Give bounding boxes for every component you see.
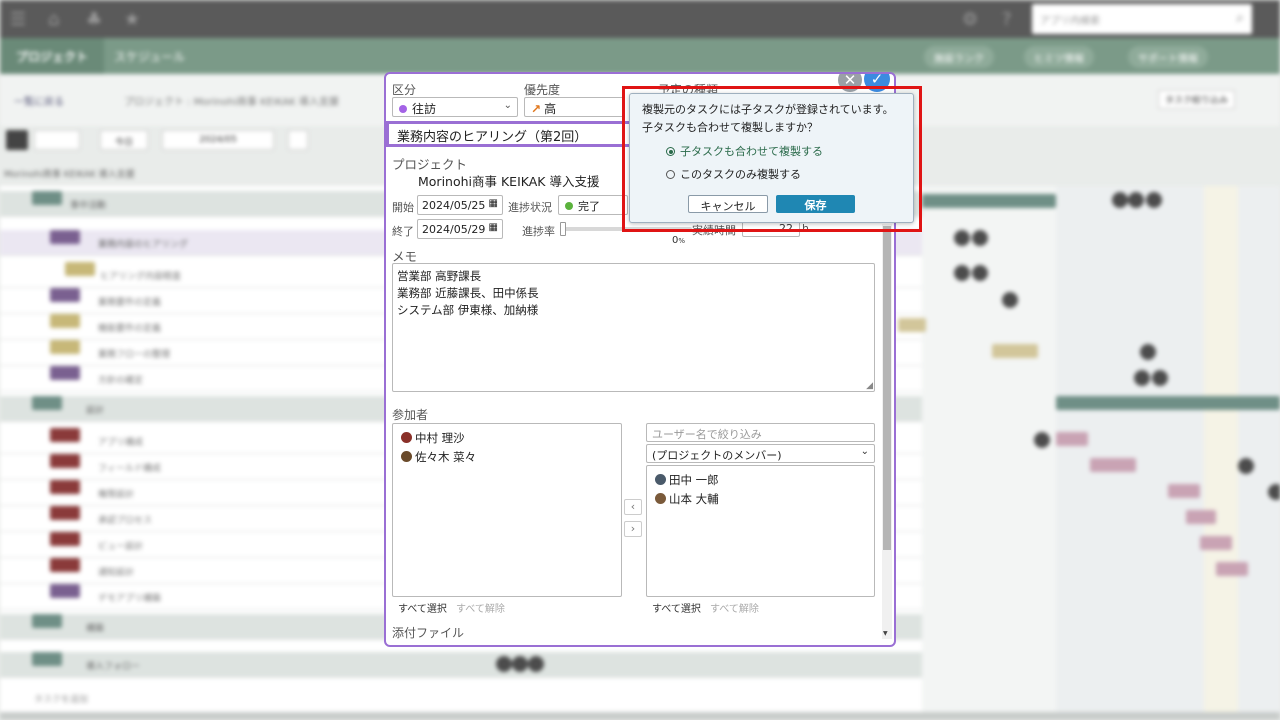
status-value: 完了 bbox=[578, 200, 600, 213]
list-item[interactable]: 田中 一郎 bbox=[655, 472, 719, 488]
tab-schedule[interactable]: スケジュール bbox=[114, 48, 185, 65]
period-select[interactable]: 2024/05 bbox=[162, 130, 274, 150]
clear-all-left[interactable]: すべて解除 bbox=[456, 600, 505, 615]
scrollbar[interactable]: ▼ bbox=[882, 224, 892, 639]
move-left-button[interactable]: ‹ bbox=[624, 499, 642, 515]
project-row-title: Morinohi商事 KEIKAK 導入支援 bbox=[4, 170, 135, 180]
add-task-link[interactable]: タスクを追加 bbox=[34, 692, 88, 705]
member-select-value: (プロジェクトのメンバー) bbox=[652, 449, 782, 462]
view-toggle[interactable] bbox=[6, 130, 28, 150]
star-icon[interactable]: ★ bbox=[124, 9, 140, 30]
avatar bbox=[655, 493, 666, 504]
progress-value: 0% bbox=[672, 235, 686, 246]
select-all-right[interactable]: すべて選択 bbox=[652, 600, 701, 615]
view-toggle-2[interactable] bbox=[34, 130, 80, 150]
progress-label: 進捗率 bbox=[522, 225, 555, 238]
memo-line: システム部 伊東様、加納様 bbox=[397, 303, 539, 317]
end-date-value: 2024/05/29 bbox=[422, 223, 486, 236]
project-value: Morinohi商事 KEIKAK 導入支援 bbox=[418, 174, 600, 189]
list-item[interactable]: 中村 理沙 bbox=[401, 430, 465, 446]
clear-all-right[interactable]: すべて解除 bbox=[710, 600, 759, 615]
avatar bbox=[401, 432, 412, 443]
category-label: 区分 bbox=[392, 83, 417, 97]
end-label: 終了 bbox=[392, 225, 414, 238]
attachments-label: 添付ファイル bbox=[392, 626, 465, 640]
select-all-left[interactable]: すべて選択 bbox=[398, 600, 447, 615]
search-placeholder: アプリ内検索 bbox=[1040, 16, 1100, 27]
top-bar: ☰ ⌂ ♣ ★ ⚙ ? アプリ内検索 ⌕ bbox=[0, 0, 1280, 38]
header-button-1[interactable]: 施設ランク bbox=[924, 46, 994, 68]
home-icon[interactable]: ⌂ bbox=[48, 9, 59, 30]
help-icon[interactable]: ? bbox=[1002, 9, 1012, 30]
avatar bbox=[401, 451, 412, 462]
user-filter-input[interactable]: ユーザー名で絞り込み bbox=[646, 423, 875, 442]
search-icon[interactable]: ⌕ bbox=[1236, 10, 1244, 26]
avatar bbox=[655, 474, 666, 485]
scrollbar-thumb[interactable] bbox=[883, 226, 891, 550]
priority-label: 優先度 bbox=[524, 83, 561, 97]
memo-line: 業務部 近藤課長、田中係長 bbox=[397, 286, 539, 300]
gear-icon[interactable]: ⚙ bbox=[962, 9, 978, 30]
priority-select[interactable]: ↗ 高 bbox=[524, 97, 624, 117]
menu-icon[interactable]: ☰ bbox=[10, 9, 26, 30]
filter-button[interactable]: タスク絞り込み bbox=[1158, 90, 1236, 109]
user-filter-placeholder: ユーザー名で絞り込み bbox=[652, 428, 762, 441]
status-label: 進捗状況 bbox=[508, 201, 552, 214]
tab-project[interactable]: プロジェクト bbox=[16, 48, 88, 65]
priority-value: 高 bbox=[544, 102, 557, 116]
move-right-button[interactable]: › bbox=[624, 521, 642, 537]
member-select[interactable]: (プロジェクトのメンバー) ⌄ bbox=[646, 444, 875, 463]
chevron-down-icon: ⌄ bbox=[503, 100, 512, 111]
list-item[interactable]: 山本 大輔 bbox=[655, 491, 719, 507]
memo-textarea[interactable]: 営業部 高野課長 業務部 近藤課長、田中係長 システム部 伊東様、加納様 ◢ bbox=[392, 263, 875, 392]
start-label: 開始 bbox=[392, 201, 414, 214]
status-select[interactable]: 完了 bbox=[558, 195, 628, 215]
end-date-input[interactable]: 2024/05/29 ▦ bbox=[417, 219, 503, 239]
memo-line: 営業部 高野課長 bbox=[397, 269, 482, 283]
breadcrumb: プロジェクト : Morinohi商事 KEIKAK 導入支援 bbox=[124, 97, 339, 108]
progress-slider-handle[interactable] bbox=[560, 222, 566, 236]
resize-handle-icon[interactable]: ◢ bbox=[866, 381, 873, 391]
calendar-icon[interactable]: ▦ bbox=[489, 198, 498, 209]
task-title-input[interactable]: 業務内容のヒアリング（第2回） bbox=[386, 121, 646, 147]
status-dot-icon bbox=[565, 202, 573, 210]
chevron-down-icon: ⌄ bbox=[860, 446, 869, 457]
members-list[interactable]: 田中 一郎 山本 大輔 bbox=[646, 465, 875, 597]
header-button-3[interactable]: サポート情報 bbox=[1128, 46, 1208, 68]
highlight-frame bbox=[622, 86, 922, 232]
calendar-icon[interactable]: ▦ bbox=[489, 222, 498, 233]
start-date-value: 2024/05/25 bbox=[422, 199, 486, 212]
header-button-2[interactable]: ヒミツ情報 bbox=[1024, 46, 1094, 68]
priority-arrow-icon: ↗ bbox=[531, 102, 542, 116]
task-title-value: 業務内容のヒアリング（第2回） bbox=[397, 130, 588, 145]
participants-label: 参加者 bbox=[392, 408, 429, 422]
back-link[interactable]: 一覧に戻る bbox=[14, 93, 64, 108]
bell-icon[interactable]: ♣ bbox=[86, 9, 102, 30]
list-item[interactable]: 佐々木 菜々 bbox=[401, 449, 476, 465]
scroll-down-icon[interactable]: ▼ bbox=[883, 630, 888, 637]
category-value: 往訪 bbox=[412, 102, 437, 116]
today-button[interactable]: 今日 bbox=[100, 130, 148, 150]
add-button[interactable] bbox=[288, 130, 308, 150]
start-date-input[interactable]: 2024/05/25 ▦ bbox=[417, 195, 503, 215]
search-input[interactable]: アプリ内検索 ⌕ bbox=[1032, 4, 1252, 34]
category-select[interactable]: 往訪 ⌄ bbox=[392, 97, 518, 117]
participants-list[interactable]: 中村 理沙 佐々木 菜々 bbox=[392, 423, 622, 597]
category-dot-icon bbox=[399, 105, 407, 113]
